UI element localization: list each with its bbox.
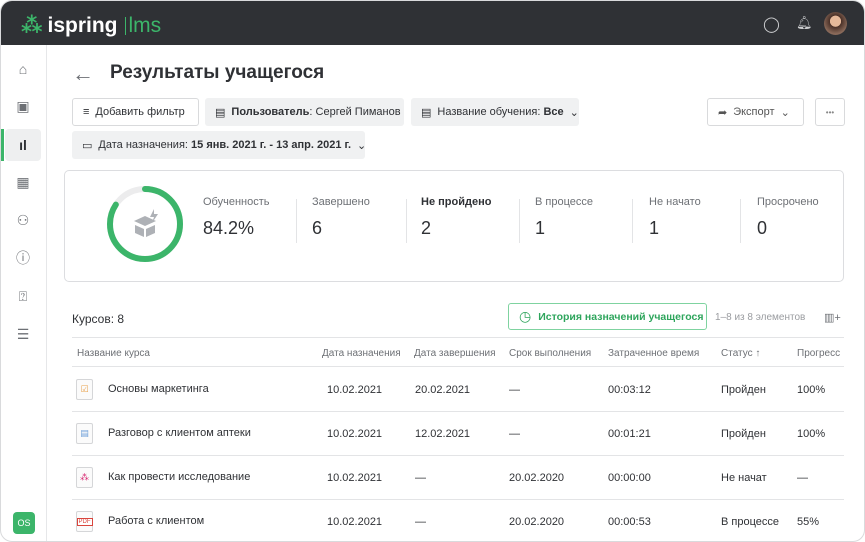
bell-icon[interactable]: 🔔︎ <box>796 15 813 31</box>
row-divider <box>72 455 844 456</box>
cell-time: 00:01:21 <box>608 428 651 440</box>
cell-progress: 100% <box>797 384 826 396</box>
proficiency-donut <box>107 186 183 262</box>
cell-assigned: 10.02.2021 <box>327 472 383 484</box>
page-title: Результаты учащегося <box>110 62 325 83</box>
cell-progress: 100% <box>797 428 826 440</box>
course-name[interactable]: Как провести исследование <box>108 471 250 483</box>
course-name[interactable]: Работа с клиентом <box>108 515 204 527</box>
col-header-status[interactable]: Статус ↑ <box>721 348 760 359</box>
users-icon: ⚇ <box>16 211 30 228</box>
columns-icon: ▥ <box>824 312 835 324</box>
book-icon: ▣ <box>16 97 30 114</box>
training-filter[interactable]: ▤ Название обучения: Все ⌄ <box>411 98 579 126</box>
col-header-due[interactable]: Срок выполнения <box>509 348 591 359</box>
sidebar: ⌂ ▣ ıl ▦ ⚇ ⓘ ⍰ ☰ OS <box>1 45 47 541</box>
history-button[interactable]: ◷ История назначений учащегося <box>508 303 707 330</box>
top-bar: ⁂ ispring lms ◯ 🔔︎ <box>1 1 864 45</box>
app-window: ⁂ ispring lms ◯ 🔔︎ ⌂ ▣ ıl ▦ ⚇ ⓘ ⍰ ☰ OS ← Р… <box>0 0 865 542</box>
clipboard-icon: ▤ <box>421 106 432 119</box>
more-button[interactable]: ••• <box>815 98 845 126</box>
cell-progress: 55% <box>797 516 820 528</box>
col-header-name[interactable]: Название курса <box>77 348 150 359</box>
cell-time: 00:03:12 <box>608 384 651 396</box>
share-icon: ➦ <box>718 106 728 119</box>
chat-icon[interactable]: ◯ <box>763 15 780 33</box>
box-icon <box>134 209 158 237</box>
cell-completed: — <box>415 516 426 528</box>
col-header-time[interactable]: Затраченное время <box>608 348 699 359</box>
clock-icon: ◷ <box>519 308 532 324</box>
user-initials-badge[interactable]: OS <box>13 512 35 534</box>
calendar-icon: ▦ <box>16 173 30 190</box>
avatar[interactable] <box>824 12 847 35</box>
stat-in-progress: В процессе 1 <box>535 196 593 238</box>
date-filter[interactable]: ▭ Дата назначения: 15 янв. 2021 г. - 13 а… <box>72 131 367 159</box>
ispring-icon: ⁂ <box>76 467 93 488</box>
cell-due: — <box>509 384 520 396</box>
row-divider <box>72 499 844 500</box>
cell-assigned: 10.02.2021 <box>327 516 383 528</box>
pdf-icon: PDF <box>76 511 93 532</box>
cell-due: 20.02.2020 <box>509 516 565 528</box>
chart-icon: ıl <box>19 137 27 153</box>
question-icon: ⍰ <box>18 287 28 304</box>
pagination-info: 1–8 из 8 элементов <box>715 312 806 323</box>
sidebar-item-courses[interactable]: ▣ <box>5 90 41 122</box>
cell-completed: 20.02.2021 <box>415 384 471 396</box>
stats-card: Обученность 84.2% Завершено 6 Не пройдено 2… <box>64 170 844 282</box>
columns-button[interactable]: ▥+ <box>824 311 841 324</box>
sidebar-item-settings[interactable]: ☰ <box>5 318 41 350</box>
sidebar-item-reports[interactable]: ıl <box>5 129 41 161</box>
cell-time: 00:00:53 <box>608 516 651 528</box>
logo-icon: ⁂ <box>21 14 43 37</box>
cell-completed: — <box>415 472 426 484</box>
filter-icon: ≡ <box>83 106 90 118</box>
sidebar-item-home[interactable]: ⌂ <box>5 53 41 85</box>
stat-failed: Не пройдено 2 <box>421 196 492 238</box>
sidebar-item-calendar[interactable]: ▦ <box>5 166 41 198</box>
info-icon: ⓘ <box>16 250 30 266</box>
active-indicator <box>1 129 4 161</box>
stat-overdue: Просрочено 0 <box>757 196 819 238</box>
col-header-completed[interactable]: Дата завершения <box>414 348 496 359</box>
sidebar-item-help[interactable]: ⍰ <box>5 280 41 312</box>
back-arrow-icon[interactable]: ← <box>72 61 94 87</box>
sidebar-item-info[interactable]: ⓘ <box>5 242 41 274</box>
export-button[interactable]: ➦ Экспорт ⌄ <box>707 98 804 126</box>
col-header-assigned[interactable]: Дата назначения <box>322 348 401 359</box>
cell-status: В процессе <box>721 516 779 528</box>
sidebar-item-users[interactable]: ⚇ <box>5 204 41 236</box>
cell-assigned: 10.02.2021 <box>327 428 383 440</box>
course-name[interactable]: Разговор с клиентом аптеки <box>108 427 251 439</box>
logo[interactable]: ⁂ ispring lms <box>21 13 161 38</box>
clipboard-icon: ▤ <box>215 106 226 119</box>
stat-proficiency: Обученность 84.2% <box>203 196 270 238</box>
cell-assigned: 10.02.2021 <box>327 384 383 396</box>
cell-completed: 12.02.2021 <box>415 428 471 440</box>
cell-status: Пройден <box>721 428 766 440</box>
cell-due: 20.02.2020 <box>509 472 565 484</box>
row-divider <box>72 411 844 412</box>
cell-progress: — <box>797 472 808 484</box>
cell-status: Пройден <box>721 384 766 396</box>
chevron-down-icon: ⌄ <box>569 106 579 119</box>
courses-count: Курсов: 8 <box>72 312 125 326</box>
cell-time: 00:00:00 <box>608 472 651 484</box>
add-filter-button[interactable]: ≡ Добавить фильтр <box>72 98 199 126</box>
user-filter[interactable]: ▤ Пользователь: Сергей Пиманов <box>205 98 404 126</box>
col-header-progress[interactable]: Прогресс <box>797 348 840 359</box>
stat-completed: Завершено 6 <box>312 196 370 238</box>
quiz-icon: ☑ <box>76 379 93 400</box>
cell-due: — <box>509 428 520 440</box>
chevron-down-icon: ⌄ <box>780 106 790 119</box>
dialog-icon: ▤ <box>76 423 93 444</box>
sliders-icon: ☰ <box>16 325 30 342</box>
cell-status: Не начат <box>721 472 767 484</box>
calendar-icon: ▭ <box>82 139 93 152</box>
course-name[interactable]: Основы маркетинга <box>108 383 209 395</box>
home-icon: ⌂ <box>18 61 28 77</box>
chevron-down-icon: ⌄ <box>357 139 367 152</box>
stat-not-started: Не начато 1 <box>649 196 701 238</box>
